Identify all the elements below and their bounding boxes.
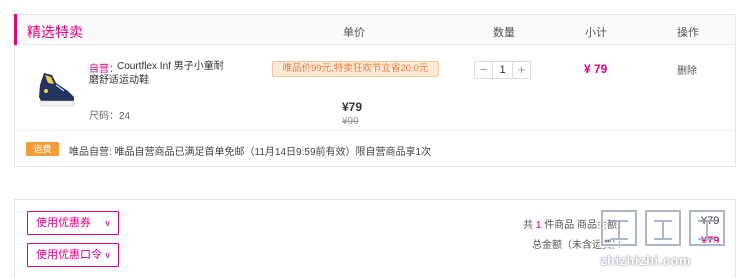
chevron-down-icon: ∨ [104, 218, 111, 228]
item-count-line: 共 1 件商品 商品金额： [523, 216, 627, 231]
shipping-row: 运费 唯品自营: 唯品自营商品已满足首单免邮（11月14日9:59前有效）限自营… [15, 132, 735, 166]
unit-price: ¥79 [342, 100, 363, 114]
total-amount: ¥79 [701, 235, 720, 247]
column-quantity: 数量 [493, 27, 515, 39]
quantity-stepper: − 1 + [474, 61, 531, 79]
product-thumbnail[interactable] [34, 61, 78, 117]
column-action: 操作 [677, 27, 699, 39]
delete-item-link[interactable]: 删除 [677, 62, 697, 77]
cart-panel: 精选特卖 单价 数量 小计 操作 自营： Courtflex Inf 男子小童耐… [14, 14, 736, 167]
shipping-badge: 运费 [26, 142, 59, 156]
header-accent-bar [14, 14, 17, 45]
original-price: ¥99 [342, 116, 359, 127]
use-coupon-button[interactable]: 使用优惠券 ∨ [27, 211, 119, 235]
order-summary-panel: 使用优惠券 ∨ 使用优惠口令 ∨ 共 1 件商品 商品金额： ¥79 总金额（未… [14, 199, 736, 278]
cart-item-row: 自营： Courtflex Inf 男子小童耐磨舒适运动鞋 尺码：24 唯品价9… [15, 45, 735, 131]
use-coupon-label: 使用优惠券 [36, 217, 91, 229]
product-name-link[interactable]: Courtflex Inf 男子小童耐磨舒适运动鞋 [89, 60, 229, 88]
column-subtotal: 小计 [585, 27, 607, 39]
quantity-input[interactable]: 1 [492, 62, 513, 78]
use-coupon-code-label: 使用优惠口令 [36, 249, 102, 261]
cart-header: 精选特卖 单价 数量 小计 操作 [14, 14, 735, 45]
item-count-suffix: 件商品 商品金额： [544, 220, 627, 231]
item-subtotal: ¥ 79 [584, 62, 608, 76]
product-size: 尺码：24 [89, 111, 131, 122]
shipping-note: 唯品自营: 唯品自营商品已满足首单免邮（11月14日9:59前有效）限自营商品享… [69, 147, 432, 158]
goods-amount: ¥79 [701, 215, 720, 227]
chevron-down-icon: ∨ [104, 250, 111, 260]
increase-quantity-button[interactable]: + [513, 62, 530, 78]
promo-badge: 唯品价99元,特卖狂欢节立省20.0元 [272, 61, 439, 77]
decrease-quantity-button[interactable]: − [475, 62, 492, 78]
column-price: 单价 [343, 27, 365, 39]
total-label: 总金额（未含运费）： [532, 240, 627, 251]
item-count-prefix: 共 [523, 220, 534, 231]
use-coupon-code-button[interactable]: 使用优惠口令 ∨ [27, 243, 119, 267]
sneaker-image [39, 73, 75, 107]
section-title: 精选特卖 [27, 24, 83, 40]
item-count: 1 [535, 220, 542, 231]
